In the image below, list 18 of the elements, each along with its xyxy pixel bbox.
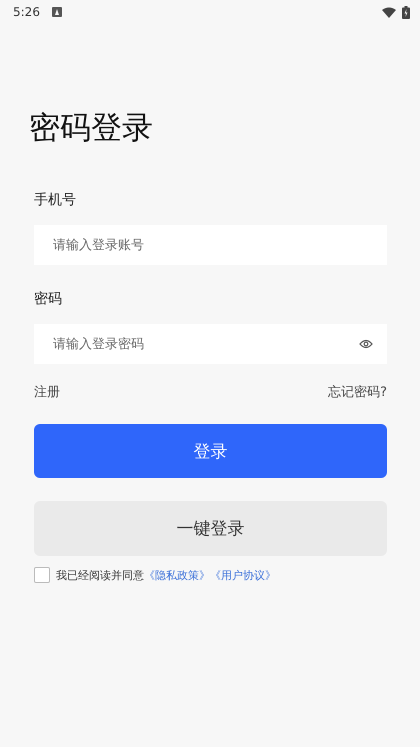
agreement-checkbox[interactable]: [34, 567, 50, 583]
agreement-link[interactable]: 《隐私政策》: [144, 568, 210, 582]
agreement-text: 我已经阅读并同意: [56, 568, 144, 582]
login-button[interactable]: 登录: [34, 424, 387, 478]
forgot-password-link[interactable]: 忘记密码?: [328, 383, 387, 403]
account-field[interactable]: 请输入登录账号: [34, 225, 387, 265]
one-click-login-button[interactable]: 一键登录: [34, 501, 387, 556]
register-link[interactable]: 注册: [34, 383, 60, 403]
notification-icon: [52, 7, 62, 17]
field-label: 密码: [34, 290, 63, 309]
agreement-link[interactable]: 《用户协议》: [210, 568, 276, 582]
password-field[interactable]: 请输入登录密码: [34, 324, 387, 364]
field-label: 手机号: [34, 191, 77, 210]
eye-icon[interactable]: [359, 339, 373, 349]
page-title: 密码登录: [29, 109, 154, 148]
battery-icon: [402, 6, 410, 18]
wifi-icon: [382, 6, 396, 18]
status-time: 5:26: [13, 5, 40, 19]
